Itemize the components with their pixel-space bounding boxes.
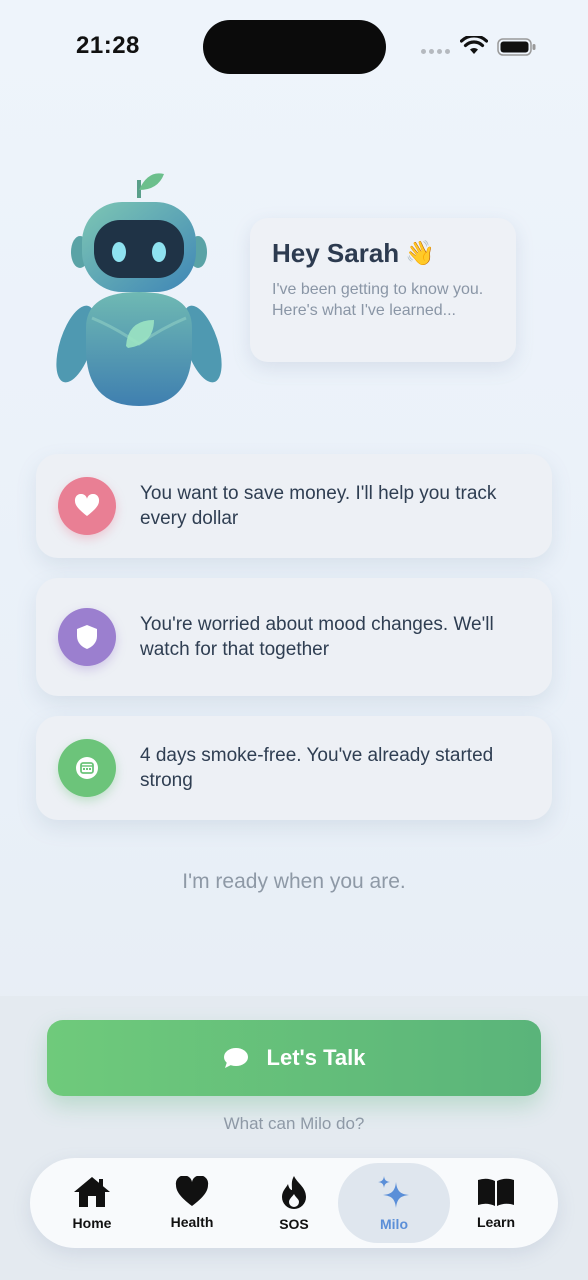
wave-icon: 👋 <box>405 240 436 267</box>
book-icon <box>478 1178 514 1206</box>
insight-text: You want to save money. I'll help you tr… <box>140 483 497 529</box>
battery-icon <box>497 38 536 56</box>
greeting-bubble: Hey Sarah 👋 I've been getting to know yo… <box>250 218 516 362</box>
chat-bubble-icon <box>223 1048 248 1068</box>
tab-bar: Home Health SOS Milo Learn <box>30 1158 558 1248</box>
status-time: 21:28 <box>76 32 140 59</box>
status-bar: 21:28 <box>0 0 588 96</box>
insight-text: You're worried about mood changes. We'll… <box>140 614 494 660</box>
calendar-icon <box>58 739 116 797</box>
heart-icon <box>58 477 116 535</box>
insight-card-smoke-free: 4 days smoke-free. You've already starte… <box>36 716 552 820</box>
lets-talk-label: Let's Talk <box>266 1045 366 1070</box>
home-icon <box>74 1177 110 1207</box>
tab-home[interactable]: Home <box>42 1158 142 1248</box>
shield-icon <box>58 608 116 666</box>
greeting-name: Hey Sarah <box>272 238 400 268</box>
signal-dots-icon <box>421 49 450 54</box>
tab-label: Milo <box>380 1216 408 1232</box>
tab-learn[interactable]: Learn <box>446 1158 546 1248</box>
milo-robot-mascot <box>56 173 222 406</box>
lets-talk-button[interactable]: Let's Talk <box>47 1020 541 1096</box>
greeting-title: Hey Sarah 👋 <box>272 238 494 269</box>
heart-icon <box>175 1176 209 1206</box>
tab-sos[interactable]: SOS <box>244 1158 344 1248</box>
tab-milo[interactable]: Milo <box>338 1163 450 1243</box>
ready-text: I'm ready when you are. <box>182 870 406 893</box>
wifi-icon <box>460 36 488 54</box>
dynamic-island <box>203 20 386 74</box>
sparkles-icon <box>378 1176 409 1208</box>
flame-icon <box>282 1176 306 1209</box>
tab-label: SOS <box>279 1216 309 1232</box>
what-can-milo-do-link[interactable]: What can Milo do? <box>0 1114 588 1134</box>
insight-card-savings: You want to save money. I'll help you tr… <box>36 454 552 558</box>
greeting-subtitle: I've been getting to know you. Here's wh… <box>272 281 484 319</box>
tab-label: Health <box>170 1214 214 1230</box>
tab-label: Learn <box>476 1214 516 1230</box>
insight-text: 4 days smoke-free. You've already starte… <box>140 745 494 791</box>
tab-label: Home <box>72 1215 112 1231</box>
tab-health[interactable]: Health <box>142 1158 242 1248</box>
insight-card-mood: You're worried about mood changes. We'll… <box>36 578 552 696</box>
